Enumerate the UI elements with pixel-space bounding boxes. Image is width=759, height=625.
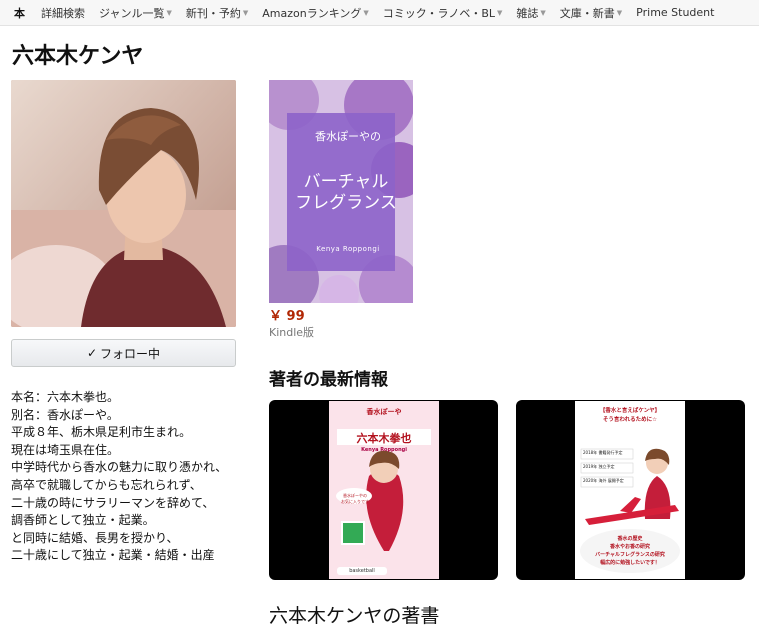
- author-photo: [11, 80, 236, 327]
- bio-line: 別名：香水ぽーや。: [11, 407, 119, 422]
- bio-line: と同時に結婚、長男を授かり、: [11, 530, 179, 545]
- nav-item-label: ジャンル一覧: [99, 6, 165, 20]
- author-books-heading: 六本木ケンヤの著書: [269, 605, 440, 625]
- poster-small-title: 香水ぽーや: [366, 408, 402, 416]
- nav-item-magazines[interactable]: 雑誌 ▼: [516, 5, 545, 21]
- book-price: ￥ 99: [269, 309, 305, 324]
- chevron-down-icon: ▼: [497, 8, 503, 17]
- author-biography: 本名：六本木拳也。 別名：香水ぽーや。 平成８年、栃木県足利市生まれ。 現在は埼…: [11, 389, 243, 565]
- nav-item-genres[interactable]: ジャンル一覧 ▼: [99, 5, 172, 21]
- chevron-down-icon: ▼: [540, 8, 546, 17]
- book-cover-title-text: バーチャル フレグランス: [295, 172, 397, 213]
- bio-line: 平成８年、栃木県足利市生まれ。: [11, 425, 192, 440]
- author-name-heading: 六本木ケンヤ: [12, 44, 144, 69]
- poster-bottom-text: 香水の歴史 香水やお香の研究 バーチャルフレグランスの研究 幅広的に勉強したいで…: [595, 536, 665, 566]
- book-cover-title: バーチャル フレグランス: [291, 172, 401, 214]
- nav-item-label: 詳細検索: [41, 6, 85, 20]
- poster-line: 2018年 書籍発行予定: [583, 450, 623, 455]
- poster-line: 2020年 海外 展開予定: [583, 478, 624, 483]
- chevron-down-icon: ▼: [166, 8, 172, 17]
- top-navigation: 本 詳細検索 ジャンル一覧 ▼ 新刊・予約 ▼ Amazonランキング ▼ コミック・…: [0, 0, 759, 26]
- follow-button[interactable]: ✓ フォロー中: [11, 339, 236, 367]
- nav-item-label: コミック・ラノベ・BL: [382, 6, 495, 20]
- author-photo-image: [11, 80, 236, 327]
- poster-footer: basketball: [349, 568, 375, 574]
- nav-item-books[interactable]: 本: [14, 5, 25, 21]
- news-poster: 【香水と言えばケンヤ】 そう言われるために☆ 2018年 書籍発行予定 2019…: [575, 401, 685, 579]
- book-cover-subtitle: 香水ぽーやの: [315, 130, 381, 143]
- poster-subtitle: Kenya Roppongi: [361, 447, 407, 453]
- nav-item-prime-student[interactable]: Prime Student: [636, 6, 714, 19]
- nav-item-ranking[interactable]: Amazonランキング ▼: [262, 5, 369, 21]
- chevron-down-icon: ▼: [363, 8, 369, 17]
- bio-line: 高卒で就職してからも忘れられず、: [11, 477, 202, 492]
- nav-item-comics[interactable]: コミック・ラノベ・BL ▼: [383, 5, 503, 21]
- nav-item-label: Amazonランキング: [262, 6, 362, 20]
- bio-line: 調香師として独立・起業。: [11, 513, 155, 528]
- poster-bubble-text: 香水ぽーやの お気に入りです: [341, 493, 369, 504]
- nav-item-new-releases[interactable]: 新刊・予約 ▼: [186, 5, 248, 21]
- bio-line: 本名：六本木拳也。: [11, 390, 120, 404]
- nav-item-advanced-search[interactable]: 詳細検索: [41, 5, 85, 21]
- news-poster: 香水ぽーや 六本木拳也 Kenya Roppongi 香水ぽーやの お気に入りで…: [329, 401, 439, 579]
- poster-line: 2019年 独立予定: [583, 464, 615, 469]
- chevron-down-icon: ▼: [616, 8, 623, 17]
- chevron-down-icon: ▼: [242, 8, 249, 17]
- nav-item-label: 雑誌: [516, 6, 539, 20]
- book-format[interactable]: Kindle版: [269, 324, 314, 340]
- latest-news-heading: 著者の最新情報: [269, 370, 388, 390]
- bio-line: 中学時代から香水の魅力に取り憑かれ、: [11, 460, 228, 475]
- bio-line: 二十歳にして独立・起業・結婚・出産: [11, 548, 215, 563]
- poster-top-text: 【香水と言えばケンヤ】 そう言われるために☆: [599, 408, 661, 423]
- bio-line: 現在は埼玉県在住。: [11, 442, 120, 457]
- poster-title: 六本木拳也: [356, 432, 412, 445]
- news-card[interactable]: 【香水と言えばケンヤ】 そう言われるために☆ 2018年 書籍発行予定 2019…: [516, 400, 745, 580]
- book-cover[interactable]: 香水ぽーやの バーチャル フレグランス Kenya Roppongi: [269, 80, 413, 303]
- bio-line: 二十歳の時にサラリーマンを辞めて、: [11, 495, 215, 510]
- poster-illustration: [329, 401, 439, 579]
- nav-item-label: 文庫・新書: [559, 6, 615, 20]
- nav-item-paperbacks[interactable]: 文庫・新書 ▼: [560, 5, 622, 21]
- nav-item-label: 新刊・予約: [185, 6, 241, 20]
- follow-button-label: フォロー中: [100, 346, 161, 361]
- check-icon: ✓: [86, 346, 98, 360]
- book-cover-author: Kenya Roppongi: [316, 245, 380, 253]
- news-card[interactable]: 香水ぽーや 六本木拳也 Kenya Roppongi 香水ぽーやの お気に入りで…: [269, 400, 498, 580]
